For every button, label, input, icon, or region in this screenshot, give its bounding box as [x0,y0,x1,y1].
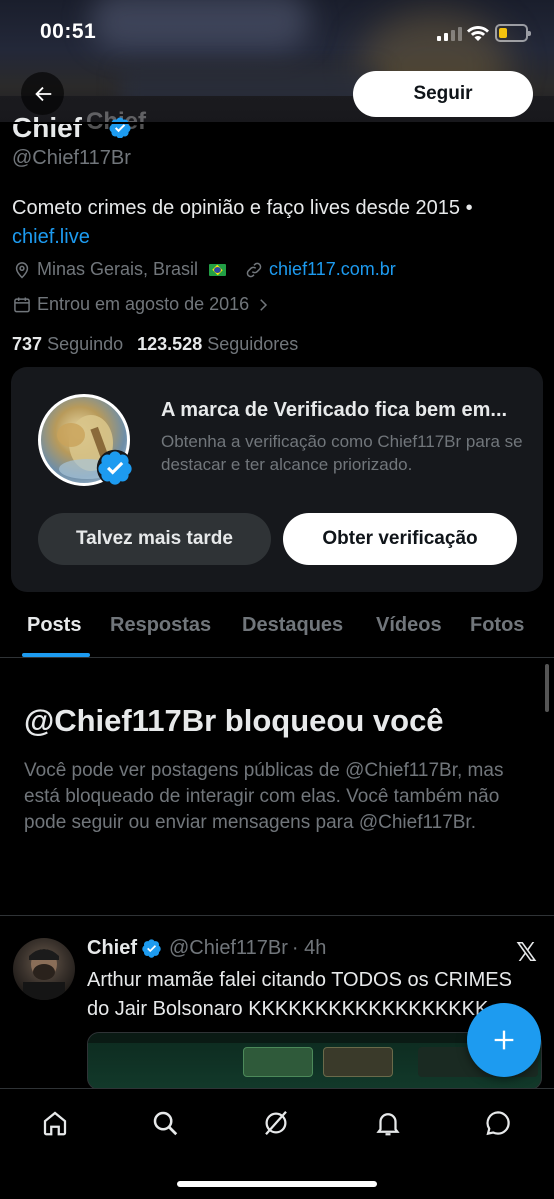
blocked-text: Você pode ver postagens públicas de @Chi… [24,760,504,833]
tab-replies[interactable]: Respostas [110,614,211,637]
tab-photos[interactable]: Fotos [470,614,524,637]
status-time: 00:51 [40,20,97,43]
profile-handle: @Chief117Br [12,147,131,169]
get-verified-button[interactable]: Obter verificação [283,513,517,565]
tweet-avatar[interactable] [13,938,75,1000]
profile-tabs: Posts Respostas Destaques Vídeos Fotos [0,600,554,658]
tab-posts[interactable]: Posts [27,614,81,637]
followers-count: 123.528 [137,334,203,354]
followers-label: Seguidores [207,334,299,354]
verification-text: Obtenha a verificação como Chief117Br pa… [161,432,523,474]
following-count: 737 [12,334,43,354]
following-stat[interactable]: 737 Seguindo [12,334,123,355]
blocked-title: @Chief117Br bloqueou você [24,703,444,738]
profile-name: Chief [12,112,82,138]
home-icon[interactable] [38,1106,72,1140]
website-link[interactable]: chief117.com.br [269,259,396,280]
joined-text: Entrou em agosto de 2016 [37,294,250,314]
active-tab-indicator [22,653,90,657]
tweet-author-name[interactable]: Chief [87,937,137,960]
grok-icon[interactable] [259,1106,293,1140]
home-indicator[interactable] [177,1181,377,1187]
verified-badge-icon [142,939,161,958]
tweet-author-handle: @Chief117Br [169,937,288,959]
chevron-right-icon [260,298,268,311]
website[interactable]: chief117.com.br [244,259,396,280]
verification-prompt-card: A marca de Verificado fica bem em... Obt… [11,367,543,592]
bio-text: Cometo crimes de opinião e faço lives de… [12,197,473,219]
divider [0,915,554,916]
link-icon [246,262,262,277]
follow-button[interactable]: Seguir [353,71,533,117]
cellular-signal-icon [437,26,462,41]
follow-stats: 737 Seguindo 123.528 Seguidores [12,334,298,355]
scrollbar[interactable] [545,664,549,712]
tweet-header: Chief @Chief117Br · 4h [87,937,326,960]
maybe-later-button[interactable]: Talvez mais tarde [38,513,271,565]
followers-stat[interactable]: 123.528 Seguidores [137,334,298,355]
profile-meta: Minas Gerais, Brasil chief117.com.br [12,259,396,280]
search-icon[interactable] [148,1106,182,1140]
following-label: Seguindo [47,334,124,354]
tweet-text-line: Arthur mamãe falei citando TODOS os CRIM… [87,969,512,991]
location-text: Minas Gerais, Brasil [37,259,199,279]
bio-link[interactable]: chief.live [12,226,90,248]
brazil-flag-icon [209,263,227,276]
messages-icon[interactable] [481,1106,515,1140]
calendar-icon [14,297,30,312]
status-bar: 00:51 [0,0,554,66]
wifi-icon [466,22,490,47]
bell-icon[interactable] [371,1106,405,1140]
verified-badge-icon [96,449,134,492]
joined-date[interactable]: Entrou em agosto de 2016 [12,294,272,315]
x-logo-icon: 𝕏 [516,937,537,967]
profile-bio: Cometo crimes de opinião e faço lives de… [12,194,542,252]
location-pin-icon [15,261,29,279]
battery-icon [495,24,531,42]
arrow-left-icon [34,86,51,101]
plus-icon [494,1030,514,1050]
compose-button[interactable] [467,1003,541,1077]
back-button[interactable] [21,72,64,115]
location: Minas Gerais, Brasil [12,259,227,280]
tab-videos[interactable]: Vídeos [376,614,442,637]
verification-title: A marca de Verificado fica bem em... [161,399,508,421]
tweet-time: · 4h [291,937,327,959]
verified-badge-icon [108,116,132,138]
tab-highlights[interactable]: Destaques [242,614,343,637]
